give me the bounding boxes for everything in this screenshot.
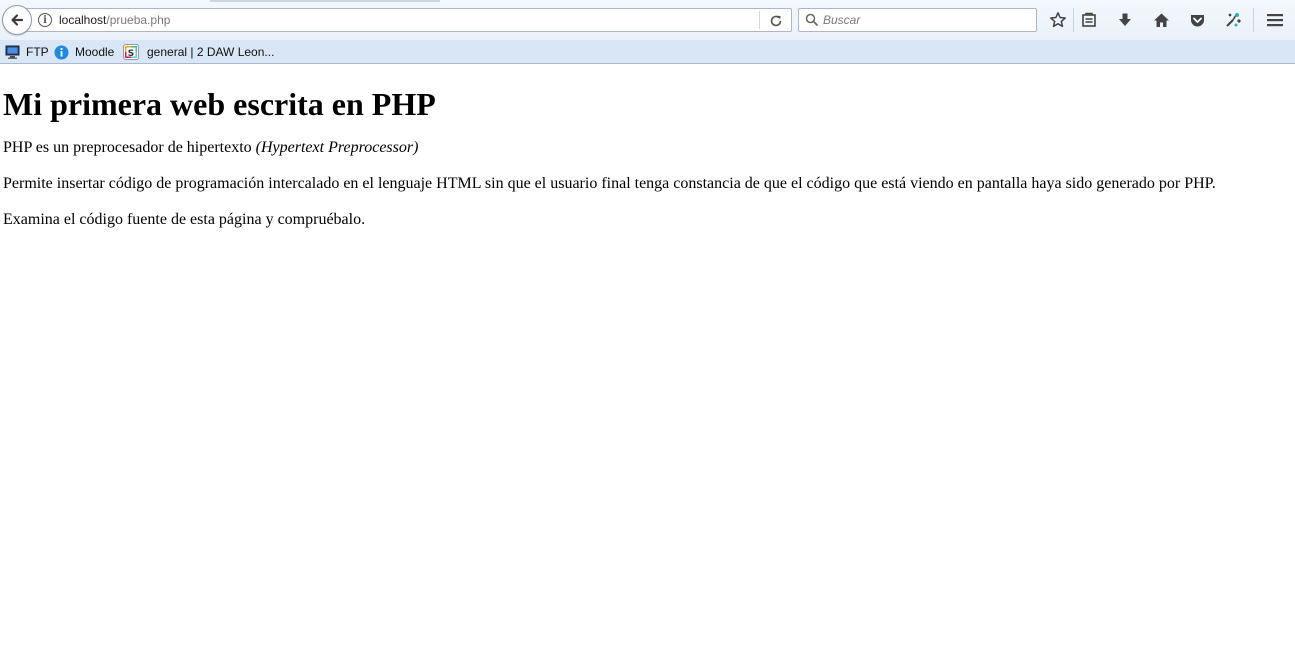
menu-icon xyxy=(1267,14,1283,27)
home-icon xyxy=(1153,13,1169,27)
url-text[interactable]: localhost/prueba.php xyxy=(59,13,170,27)
download-icon xyxy=(1119,13,1131,26)
reading-list-icon xyxy=(1082,12,1096,27)
svg-text:S: S xyxy=(128,49,134,59)
toolbar-separator xyxy=(1253,8,1254,32)
url-path: /prueba.php xyxy=(106,13,171,27)
slack-icon: S xyxy=(123,44,139,60)
back-arrow-icon xyxy=(11,14,24,26)
php-definition-english: (Hypertext Preprocessor) xyxy=(255,139,419,156)
site-info-icon[interactable]: i xyxy=(38,13,52,27)
toolbar-separator xyxy=(1073,8,1074,32)
tab-strip-edge xyxy=(210,0,440,2)
url-host: localhost xyxy=(59,13,107,27)
search-bar[interactable] xyxy=(798,8,1037,32)
bookmark-moodle[interactable]: Moodle xyxy=(53,43,114,61)
search-icon xyxy=(805,13,819,27)
url-bar[interactable]: i localhost/prueba.php xyxy=(24,8,792,32)
bookmarks-bar: FTP Moodle S general | 2 DAW Leon... xyxy=(0,40,1295,64)
paragraph-php-definition: PHP es un preprocesador de hipertexto (H… xyxy=(3,138,1293,157)
bookmark-star-button[interactable] xyxy=(1047,9,1069,31)
search-input[interactable] xyxy=(823,11,1023,29)
bookmark-ftp[interactable]: FTP xyxy=(4,43,49,61)
php-definition-text: PHP es un preprocesador de hipertexto xyxy=(3,139,256,156)
home-button[interactable] xyxy=(1150,9,1172,31)
extension-button[interactable] xyxy=(1222,9,1244,31)
menu-button[interactable] xyxy=(1264,9,1286,31)
reload-icon[interactable] xyxy=(767,12,785,30)
info-circle-icon xyxy=(53,44,69,60)
pocket-button[interactable] xyxy=(1186,9,1208,31)
bookmark-label: general | 2 DAW Leon... xyxy=(147,45,275,59)
bookmark-label: Moodle xyxy=(75,45,115,59)
downloads-button[interactable] xyxy=(1114,9,1136,31)
extension-icon xyxy=(1226,13,1241,27)
paragraph-instruction: Examina el código fuente de esta página … xyxy=(3,211,366,228)
back-button[interactable] xyxy=(2,5,32,35)
page-content: Mi primera web escrita en PHP PHP es un … xyxy=(3,64,1293,229)
paragraph-php-description: Permite insertar código de programación … xyxy=(3,175,1216,192)
monitor-icon xyxy=(4,44,20,60)
pocket-icon xyxy=(1190,14,1204,26)
bookmark-slack-general[interactable]: S general | 2 DAW Leon... xyxy=(123,43,274,61)
bookmark-star-icon xyxy=(1050,12,1066,28)
reading-list-button[interactable] xyxy=(1078,9,1100,31)
page-heading: Mi primera web escrita en PHP xyxy=(3,86,436,122)
url-divider xyxy=(759,11,760,29)
browser-toolbar: i localhost/prueba.php xyxy=(0,0,1295,40)
bookmark-label: FTP xyxy=(26,45,49,59)
